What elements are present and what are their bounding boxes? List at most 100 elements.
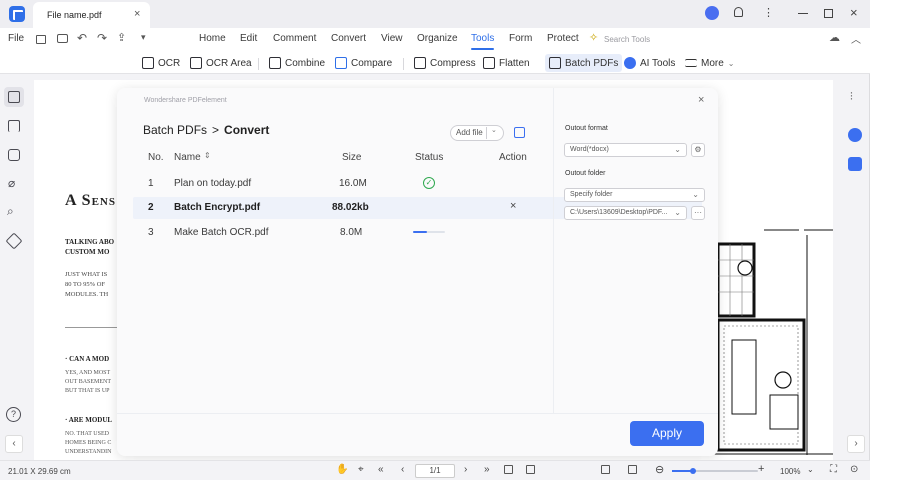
menu-edit[interactable]: Edit	[240, 33, 257, 44]
add-file-button[interactable]: Add file ⌄	[450, 125, 504, 141]
zoom-level[interactable]: 100%	[780, 467, 800, 476]
comment-icon[interactable]	[8, 149, 20, 161]
chevron-down-icon: ⌄	[727, 58, 735, 68]
batch-pdfs-button[interactable]: Batch PDFs	[545, 54, 623, 72]
menu-convert[interactable]: Convert	[331, 33, 366, 44]
batch-icon	[549, 57, 561, 69]
save-icon[interactable]	[36, 35, 46, 44]
chevron-down-icon[interactable]: ⌄	[491, 126, 497, 134]
page-size-readout: 21.01 X 29.69 cm	[8, 467, 71, 476]
fit-page-icon[interactable]	[504, 465, 513, 474]
account-avatar[interactable]	[705, 6, 719, 20]
first-page-icon[interactable]: «	[378, 464, 384, 475]
conversion-progress-track	[413, 231, 445, 233]
app-window: File name.pdf × ⋮ × File ↶ ↷ ⇪ ▾ Home Ed…	[0, 0, 870, 480]
next-page-icon[interactable]: ›	[464, 464, 467, 475]
minimize-icon[interactable]	[798, 13, 808, 15]
doc-heading: A Sens	[65, 192, 116, 209]
more-vertical-icon[interactable]: ⋮	[763, 6, 774, 19]
document-tab[interactable]: File name.pdf ×	[33, 2, 150, 28]
translate-icon[interactable]	[848, 157, 862, 171]
chevron-down-icon: ⌄	[674, 208, 681, 217]
maximize-icon[interactable]	[824, 9, 833, 18]
share-icon[interactable]: ⇪	[117, 31, 126, 44]
prev-page-icon[interactable]: ‹	[401, 464, 404, 475]
menu-tools[interactable]: Tools	[471, 33, 495, 50]
breadcrumb-current: Convert	[224, 123, 270, 137]
help-icon[interactable]: ?	[6, 407, 21, 422]
ai-assistant-icon[interactable]	[848, 128, 862, 142]
thumbnails-icon[interactable]	[8, 91, 20, 103]
page-mode-icon[interactable]	[628, 465, 637, 474]
page-layout-icon[interactable]	[601, 465, 610, 474]
cloud-upload-icon[interactable]: ☁	[829, 31, 840, 44]
undo-icon[interactable]: ↶	[77, 31, 87, 45]
ocr-label: OCR	[158, 57, 181, 69]
flatten-button[interactable]: Flatten	[483, 54, 530, 72]
table-fixture	[731, 339, 757, 415]
dialog-close-icon[interactable]: ×	[698, 94, 704, 106]
collapse-left-icon[interactable]: ‹	[5, 435, 23, 453]
redo-icon[interactable]: ↷	[97, 31, 107, 45]
zoom-out-icon[interactable]: ⊖	[655, 463, 664, 476]
remove-file-icon[interactable]: ×	[510, 200, 516, 212]
view-mode-icon[interactable]: ⊙	[850, 464, 858, 475]
search-tools-input[interactable]: Search Tools	[604, 35, 650, 44]
browse-folder-button[interactable]: ···	[691, 206, 705, 220]
print-icon[interactable]	[57, 34, 68, 43]
zoom-slider[interactable]	[672, 468, 758, 474]
menu-comment[interactable]: Comment	[273, 33, 316, 44]
clear-list-icon[interactable]	[514, 127, 525, 138]
bookmark-icon[interactable]	[8, 120, 20, 132]
menu-organize[interactable]: Organize	[417, 33, 458, 44]
attachment-icon[interactable]: ⌀	[8, 176, 15, 190]
menu-file[interactable]: File	[8, 33, 24, 44]
collapse-ribbon-icon[interactable]: ︿	[851, 31, 861, 46]
output-format-select[interactable]: Word(*docx) ⌄	[564, 143, 687, 157]
zoom-dropdown-icon[interactable]: ⌄	[807, 465, 814, 474]
last-page-icon[interactable]: »	[484, 464, 490, 475]
output-folder-select[interactable]: Specify folder ⌄	[564, 188, 705, 202]
add-file-label: Add file	[456, 128, 483, 137]
search-icon[interactable]: ⌕	[7, 204, 14, 219]
panel-divider	[553, 88, 554, 413]
column-header-name[interactable]: Name	[174, 152, 201, 163]
ocr-button[interactable]: OCR	[142, 54, 180, 72]
combine-icon	[269, 57, 281, 69]
menu-view[interactable]: View	[381, 33, 403, 44]
ai-tools-button[interactable]: AI Tools	[624, 54, 675, 72]
compare-button[interactable]: Compare	[335, 54, 392, 72]
layers-icon[interactable]	[5, 232, 23, 250]
close-window-icon[interactable]: ×	[850, 5, 858, 20]
collapse-right-icon[interactable]: ›	[847, 435, 865, 453]
properties-icon[interactable]: ⫶	[850, 91, 853, 104]
output-path-select[interactable]: C:\Users\13609\Desktop\PDF... ⌄	[564, 206, 687, 220]
select-tool-icon[interactable]: ⌖	[358, 464, 364, 475]
apply-button[interactable]: Apply	[630, 421, 704, 446]
zoom-slider-handle[interactable]	[690, 468, 696, 474]
menu-form[interactable]: Form	[509, 33, 532, 44]
doc-answer-line: Homes Being C	[65, 440, 112, 446]
more-button[interactable]: More ⌄	[685, 54, 735, 72]
output-folder-label: Outout folder	[565, 170, 606, 177]
doc-paragraph-line: Just What Is	[65, 271, 108, 278]
fullscreen-icon[interactable]: ⛶	[830, 464, 837, 475]
hand-tool-icon[interactable]: ✋	[336, 464, 348, 475]
format-settings-icon[interactable]: ⚙	[691, 143, 705, 157]
customize-dropdown-icon[interactable]: ▾	[141, 32, 146, 43]
ocr-area-button[interactable]: OCR Area	[190, 54, 252, 72]
menu-home[interactable]: Home	[199, 33, 226, 44]
menu-protect[interactable]: Protect	[547, 33, 579, 44]
combine-button[interactable]: Combine	[269, 54, 325, 72]
chevron-down-icon: ⌄	[692, 190, 699, 199]
page-number-input[interactable]: 1/1	[415, 464, 455, 478]
compress-button[interactable]: Compress	[414, 54, 476, 72]
column-header-action: Action	[499, 152, 527, 163]
sort-icon[interactable]: ⇕	[204, 151, 211, 160]
fit-width-icon[interactable]	[526, 465, 535, 474]
bell-icon[interactable]	[734, 7, 743, 17]
zoom-in-icon[interactable]: +	[758, 463, 764, 475]
close-tab-icon[interactable]: ×	[134, 8, 140, 20]
file-row[interactable]: 3 Make Batch OCR.pdf 8.0M	[133, 222, 702, 244]
breadcrumb-parent[interactable]: Batch PDFs	[143, 123, 207, 137]
